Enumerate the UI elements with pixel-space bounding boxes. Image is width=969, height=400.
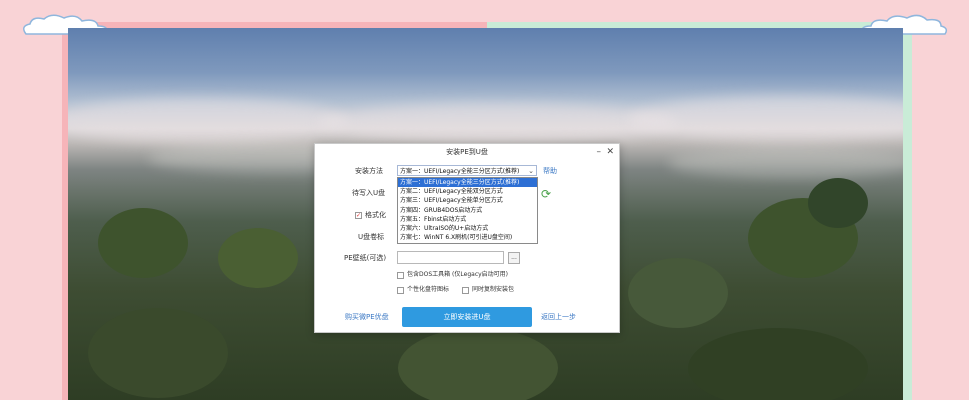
format-checkbox[interactable]: ✓ — [355, 212, 362, 219]
dropdown-option[interactable]: 方案二：UEFI/Legacy全能双分区方式 — [398, 187, 537, 196]
custom-icon-label: 个性化盘符图标 — [407, 286, 450, 293]
dropdown-option[interactable]: 方案六：UltraISO的U+启动方式 — [398, 224, 537, 233]
install-method-dropdown: 方案一：UEFI/Legacy全能三分区方式(推荐) 方案二：UEFI/Lega… — [397, 177, 538, 244]
help-link[interactable]: 帮助 — [543, 166, 557, 176]
target-usb-label: 待写入U盘 — [352, 189, 386, 197]
copy-driver-checkbox[interactable] — [462, 287, 469, 294]
dialog-title: 安装PE到U盘 — [446, 148, 488, 156]
dos-tools-label: 包含DOS工具箱 (仅Legacy启动可用) — [407, 271, 509, 278]
install-method-selected: 方案一：UEFI/Legacy全能三分区方式(推荐) — [400, 168, 520, 175]
volume-label-label: U盘卷标 — [358, 233, 385, 241]
buy-usb-link[interactable]: 购买微PE优盘 — [345, 312, 389, 322]
custom-icon-checkbox[interactable] — [397, 287, 404, 294]
dropdown-option[interactable]: 方案五：Fbinst启动方式 — [398, 215, 537, 224]
close-button[interactable]: ✕ — [606, 145, 614, 159]
chevron-down-icon: ⌄ — [528, 167, 534, 175]
dropdown-option[interactable]: 方案一：UEFI/Legacy全能三分区方式(推荐) — [398, 178, 537, 188]
format-label: 格式化 — [365, 211, 386, 219]
wallpaper-path-input[interactable] — [397, 251, 504, 264]
dos-tools-checkbox[interactable] — [397, 272, 404, 279]
dropdown-option[interactable]: 方案四：GRUB4DOS启动方式 — [398, 206, 537, 215]
install-method-label: 安装方法 — [355, 167, 383, 175]
install-pe-dialog: 安装PE到U盘 – ✕ 安装方法 方案一：UEFI/Legacy全能三分区方式(… — [314, 143, 620, 333]
install-method-select[interactable]: 方案一：UEFI/Legacy全能三分区方式(推荐) ⌄ — [397, 165, 537, 176]
dropdown-option[interactable]: 方案三：UEFI/Legacy全能单分区方式 — [398, 196, 537, 205]
minimize-button[interactable]: – — [597, 145, 602, 159]
browse-button[interactable]: ... — [508, 252, 520, 264]
back-link[interactable]: 返回上一步 — [541, 312, 576, 322]
refresh-icon[interactable]: ⟳ — [541, 188, 551, 200]
install-to-usb-button[interactable]: 立即安装进U盘 — [402, 307, 532, 327]
dropdown-option[interactable]: 方案七：WinNT 6.X刷机(可引进U盘空间) — [398, 233, 537, 242]
wallpaper-label: PE壁纸(可选) — [344, 254, 387, 262]
copy-driver-label: 同时复制安装包 — [472, 286, 515, 293]
